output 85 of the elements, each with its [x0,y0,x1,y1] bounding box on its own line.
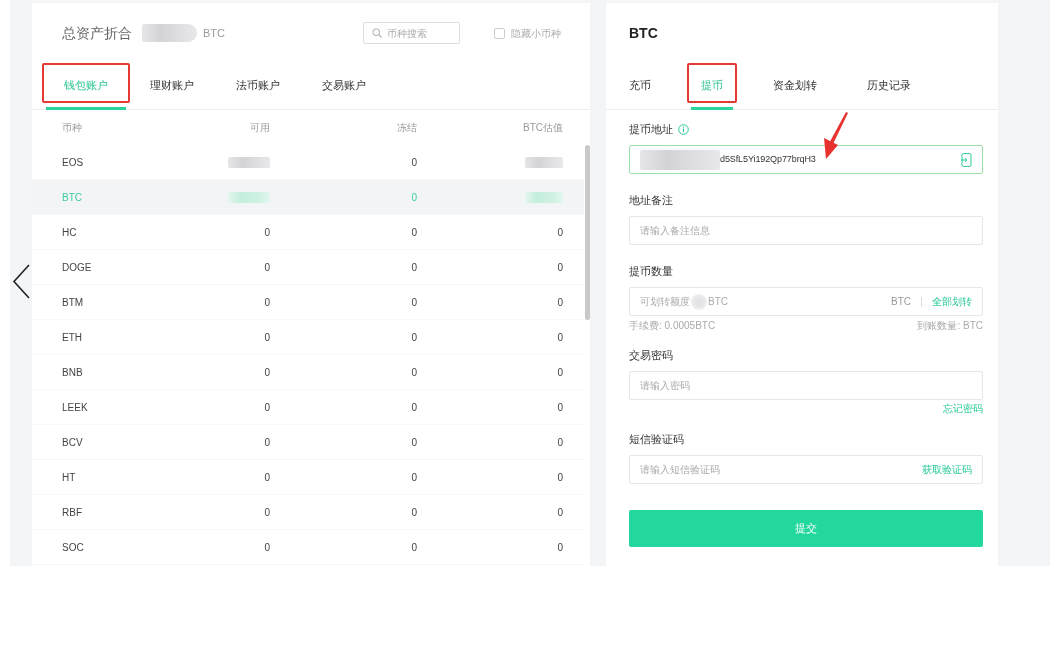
table-row[interactable]: RBF 0 0 0 [32,495,584,530]
coin-name: ETH [62,330,83,345]
tab[interactable]: 充币 [619,63,661,110]
table-cell-text: 0 [411,435,417,450]
table-cell-text: 0 [264,505,270,520]
table-row[interactable]: BCV 0 0 0 [32,425,584,460]
coin-name: LEEK [62,400,89,415]
import-icon[interactable] [961,152,972,167]
checkbox[interactable] [494,27,505,39]
table-row[interactable]: SOC 0 0 0 [32,530,584,565]
field-label: 提币地址 [629,122,673,136]
tab[interactable]: 交易账户 [304,63,384,110]
table-cell-text: 0 [411,400,417,415]
table-row[interactable]: HC 0 0 0 [32,215,584,250]
table-row[interactable]: HT 0 0 0 [32,460,584,495]
table-cell-text: 0 [264,400,270,415]
field-label: 地址备注 [629,193,673,207]
fee-text: 手续费: 0.0005BTC [629,320,716,332]
table-cell-text: 0 [264,330,270,345]
table-cell-text: 0 [411,225,417,240]
coin-name: BTC [62,190,83,205]
coin-name: SOC [62,540,85,555]
table-cell-text: 0 [557,540,563,555]
table-cell-text: 0 [264,365,270,380]
table-cell-text: 0 [411,330,417,345]
field-label: 短信验证码 [629,432,684,446]
field-label: 提币数量 [629,264,673,278]
table-cell-text: 0 [557,330,563,345]
address-field[interactable]: d5SfL5Yi192Qp77brqH3 [629,145,983,174]
search-icon [372,28,382,38]
table-cell-text: 0 [411,470,417,485]
table-cell-text: 0 [264,225,270,240]
tab[interactable]: 法币账户 [218,63,298,110]
table-cell-text: 0 [557,260,563,275]
table-cell-text: 0 [411,190,417,205]
unit-label: BTC [891,295,911,309]
column-header: BTC估值 [523,121,563,135]
tab[interactable]: 资金划转 [763,63,827,110]
coin-name: DOGE [62,260,93,275]
table-cell-text: 0 [557,505,563,520]
table-cell-text: 0 [411,155,417,170]
table-cell-text: 0 [557,435,563,450]
table-cell-text: 0 [411,505,417,520]
column-header: 可用 [250,121,270,135]
table-cell-text: 0 [264,470,270,485]
table-cell-text: 0 [411,540,417,555]
search-input[interactable]: 币种搜索 [387,23,459,43]
table-cell-text: 0 [264,435,270,450]
total-assets-label: 总资产折合 [62,23,132,43]
table-cell-text: 0 [411,260,417,275]
table-row[interactable]: DOGE 0 0 0 [32,250,584,285]
table-cell-text: 0 [557,470,563,485]
search-bar[interactable]: 币种搜索 [363,22,460,44]
table-cell-text: 0 [411,365,417,380]
table-row[interactable]: LEEK 0 0 0 [32,390,584,425]
coin-name: HT [62,470,77,485]
table-cell-text: 0 [264,540,270,555]
tab[interactable]: 历史记录 [857,63,921,110]
column-header: 币种 [62,121,83,135]
table-row[interactable]: ETH 0 0 0 [32,320,584,355]
tab[interactable]: 理财账户 [132,63,212,110]
table-cell-text: 0 [557,400,563,415]
coin-name: BTM [62,295,85,310]
password-field[interactable]: 请输入密码 [629,371,983,400]
field-label: 交易密码 [629,348,673,362]
table-row[interactable]: BNB 0 0 0 [32,355,584,390]
coin-name: BCV [62,435,84,450]
table-cell-text: 0 [411,295,417,310]
coin-name: HC [62,225,78,240]
table-cell-text: 0 [557,295,563,310]
table-cell-text: 0 [264,260,270,275]
info-icon[interactable] [678,123,689,135]
table-cell-text: 0 [264,295,270,310]
note-field[interactable]: 请输入备注信息 [629,216,983,245]
table-cell-text: 0 [557,225,563,240]
received-amount-text: 到账数量: BTC [917,320,983,332]
currency-unit: BTC [203,25,225,41]
table-cell-text: 0 [557,365,563,380]
coin-name: RBF [62,505,83,520]
scrollbar[interactable] [585,145,590,320]
column-header: 冻结 [397,121,417,135]
coin-name: BNB [62,365,84,380]
table-row[interactable]: BTM 0 0 0 [32,285,584,320]
coin-name: EOS [62,155,85,170]
panel-title: BTC [629,23,658,43]
